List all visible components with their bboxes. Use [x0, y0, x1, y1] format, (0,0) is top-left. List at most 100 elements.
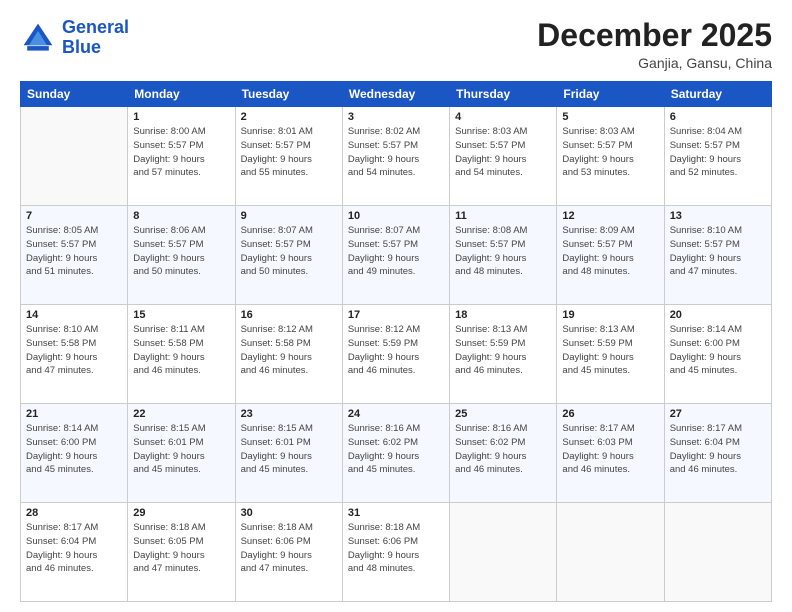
day-number: 14: [26, 309, 122, 321]
calendar-cell: 12 Sunrise: 8:09 AMSunset: 5:57 PMDayligh…: [557, 206, 664, 305]
month-title: December 2025: [537, 18, 772, 53]
calendar-cell: 3 Sunrise: 8:02 AMSunset: 5:57 PMDaylight…: [342, 107, 449, 206]
day-number: 1: [133, 111, 229, 123]
day-info: Sunrise: 8:06 AMSunset: 5:57 PMDaylight:…: [133, 224, 229, 279]
day-info: Sunrise: 8:15 AMSunset: 6:01 PMDaylight:…: [133, 422, 229, 477]
day-number: 13: [670, 210, 766, 222]
week-row-3: 14Sunrise: 8:10 AMSunset: 5:58 PMDayligh…: [21, 305, 772, 404]
calendar-cell: 11 Sunrise: 8:08 AMSunset: 5:57 PMDayligh…: [450, 206, 557, 305]
day-info: Sunrise: 8:00 AMSunset: 5:57 PMDaylight:…: [133, 125, 229, 180]
day-info: Sunrise: 8:15 AMSunset: 6:01 PMDaylight:…: [241, 422, 337, 477]
calendar-cell: 8 Sunrise: 8:06 AMSunset: 5:57 PMDaylight…: [128, 206, 235, 305]
calendar-cell: 6Sunrise: 8:04 AMSunset: 5:57 PMDaylight…: [664, 107, 771, 206]
day-info: Sunrise: 8:11 AMSunset: 5:58 PMDaylight:…: [133, 323, 229, 378]
day-info: Sunrise: 8:05 AMSunset: 5:57 PMDaylight:…: [26, 224, 122, 279]
day-number: 2: [241, 111, 337, 123]
day-of-week-row: SundayMondayTuesdayWednesdayThursdayFrid…: [21, 82, 772, 107]
col-header-saturday: Saturday: [664, 82, 771, 107]
day-number: 28: [26, 507, 122, 519]
day-number: 23: [241, 408, 337, 420]
calendar-cell: 20 Sunrise: 8:14 AMSunset: 6:00 PMDayligh…: [664, 305, 771, 404]
day-number: 21: [26, 408, 122, 420]
day-info: Sunrise: 8:18 AMSunset: 6:06 PMDaylight:…: [241, 521, 337, 576]
calendar-cell: 18Sunrise: 8:13 AMSunset: 5:59 PMDayligh…: [450, 305, 557, 404]
day-info: Sunrise: 8:03 AMSunset: 5:57 PMDaylight:…: [562, 125, 658, 180]
col-header-sunday: Sunday: [21, 82, 128, 107]
location-subtitle: Ganjia, Gansu, China: [537, 55, 772, 71]
calendar-cell: 24 Sunrise: 8:16 AMSunset: 6:02 PMDayligh…: [342, 404, 449, 503]
calendar-cell: 10Sunrise: 8:07 AMSunset: 5:57 PMDayligh…: [342, 206, 449, 305]
day-number: 27: [670, 408, 766, 420]
week-row-2: 7 Sunrise: 8:05 AMSunset: 5:57 PMDaylight…: [21, 206, 772, 305]
day-number: 17: [348, 309, 444, 321]
day-number: 7: [26, 210, 122, 222]
calendar-cell: 25 Sunrise: 8:16 AMSunset: 6:02 PMDayligh…: [450, 404, 557, 503]
week-row-5: 28 Sunrise: 8:17 AMSunset: 6:04 PMDayligh…: [21, 503, 772, 602]
day-info: Sunrise: 8:14 AMSunset: 6:00 PMDaylight:…: [670, 323, 766, 378]
day-number: 31: [348, 507, 444, 519]
day-number: 30: [241, 507, 337, 519]
day-number: 12: [562, 210, 658, 222]
day-info: Sunrise: 8:17 AMSunset: 6:04 PMDaylight:…: [26, 521, 122, 576]
calendar-cell: [664, 503, 771, 602]
col-header-friday: Friday: [557, 82, 664, 107]
calendar-cell: 27 Sunrise: 8:17 AMSunset: 6:04 PMDayligh…: [664, 404, 771, 503]
day-info: Sunrise: 8:17 AMSunset: 6:03 PMDaylight:…: [562, 422, 658, 477]
day-number: 5: [562, 111, 658, 123]
calendar-cell: [450, 503, 557, 602]
logo: General Blue: [20, 18, 129, 58]
day-info: Sunrise: 8:01 AMSunset: 5:57 PMDaylight:…: [241, 125, 337, 180]
calendar-cell: 4 Sunrise: 8:03 AMSunset: 5:57 PMDaylight…: [450, 107, 557, 206]
col-header-monday: Monday: [128, 82, 235, 107]
calendar-cell: 31 Sunrise: 8:18 AMSunset: 6:06 PMDayligh…: [342, 503, 449, 602]
day-number: 16: [241, 309, 337, 321]
day-info: Sunrise: 8:17 AMSunset: 6:04 PMDaylight:…: [670, 422, 766, 477]
calendar-cell: 13 Sunrise: 8:10 AMSunset: 5:57 PMDayligh…: [664, 206, 771, 305]
week-row-1: 1 Sunrise: 8:00 AMSunset: 5:57 PMDaylight…: [21, 107, 772, 206]
day-info: Sunrise: 8:07 AMSunset: 5:57 PMDaylight:…: [348, 224, 444, 279]
day-info: Sunrise: 8:03 AMSunset: 5:57 PMDaylight:…: [455, 125, 551, 180]
calendar-cell: 9 Sunrise: 8:07 AMSunset: 5:57 PMDaylight…: [235, 206, 342, 305]
col-header-tuesday: Tuesday: [235, 82, 342, 107]
calendar-cell: 19 Sunrise: 8:13 AMSunset: 5:59 PMDayligh…: [557, 305, 664, 404]
day-number: 19: [562, 309, 658, 321]
calendar-cell: 16Sunrise: 8:12 AMSunset: 5:58 PMDayligh…: [235, 305, 342, 404]
calendar-cell: 21 Sunrise: 8:14 AMSunset: 6:00 PMDayligh…: [21, 404, 128, 503]
calendar-cell: [21, 107, 128, 206]
day-number: 18: [455, 309, 551, 321]
calendar-cell: 28 Sunrise: 8:17 AMSunset: 6:04 PMDayligh…: [21, 503, 128, 602]
day-number: 25: [455, 408, 551, 420]
calendar-cell: 7 Sunrise: 8:05 AMSunset: 5:57 PMDaylight…: [21, 206, 128, 305]
calendar-cell: 14Sunrise: 8:10 AMSunset: 5:58 PMDayligh…: [21, 305, 128, 404]
day-number: 11: [455, 210, 551, 222]
calendar-cell: 30 Sunrise: 8:18 AMSunset: 6:06 PMDayligh…: [235, 503, 342, 602]
day-number: 15: [133, 309, 229, 321]
day-number: 26: [562, 408, 658, 420]
day-number: 9: [241, 210, 337, 222]
day-info: Sunrise: 8:04 AMSunset: 5:57 PMDaylight:…: [670, 125, 766, 180]
day-info: Sunrise: 8:09 AMSunset: 5:57 PMDaylight:…: [562, 224, 658, 279]
day-number: 24: [348, 408, 444, 420]
day-number: 20: [670, 309, 766, 321]
week-row-4: 21 Sunrise: 8:14 AMSunset: 6:00 PMDayligh…: [21, 404, 772, 503]
calendar-cell: 1 Sunrise: 8:00 AMSunset: 5:57 PMDaylight…: [128, 107, 235, 206]
day-info: Sunrise: 8:16 AMSunset: 6:02 PMDaylight:…: [455, 422, 551, 477]
day-info: Sunrise: 8:07 AMSunset: 5:57 PMDaylight:…: [241, 224, 337, 279]
day-info: Sunrise: 8:16 AMSunset: 6:02 PMDaylight:…: [348, 422, 444, 477]
day-info: Sunrise: 8:08 AMSunset: 5:57 PMDaylight:…: [455, 224, 551, 279]
calendar-cell: 5 Sunrise: 8:03 AMSunset: 5:57 PMDaylight…: [557, 107, 664, 206]
day-number: 29: [133, 507, 229, 519]
day-info: Sunrise: 8:02 AMSunset: 5:57 PMDaylight:…: [348, 125, 444, 180]
day-number: 8: [133, 210, 229, 222]
day-info: Sunrise: 8:18 AMSunset: 6:06 PMDaylight:…: [348, 521, 444, 576]
day-info: Sunrise: 8:12 AMSunset: 5:59 PMDaylight:…: [348, 323, 444, 378]
calendar-cell: 2 Sunrise: 8:01 AMSunset: 5:57 PMDaylight…: [235, 107, 342, 206]
day-info: Sunrise: 8:14 AMSunset: 6:00 PMDaylight:…: [26, 422, 122, 477]
day-number: 4: [455, 111, 551, 123]
day-info: Sunrise: 8:13 AMSunset: 5:59 PMDaylight:…: [562, 323, 658, 378]
calendar-table: SundayMondayTuesdayWednesdayThursdayFrid…: [20, 81, 772, 602]
calendar-cell: 23 Sunrise: 8:15 AMSunset: 6:01 PMDayligh…: [235, 404, 342, 503]
day-info: Sunrise: 8:10 AMSunset: 5:57 PMDaylight:…: [670, 224, 766, 279]
day-number: 3: [348, 111, 444, 123]
day-number: 22: [133, 408, 229, 420]
